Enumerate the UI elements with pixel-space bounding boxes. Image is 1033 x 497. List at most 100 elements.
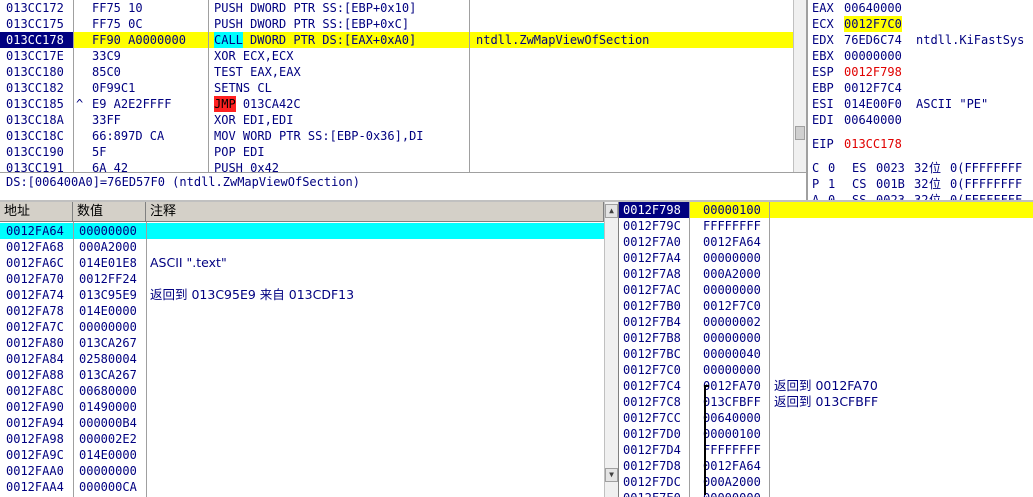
- disasm-row[interactable]: 013CC180 85C0 TEST EAX,EAX: [0, 64, 793, 80]
- disasm-row[interactable]: 013CC18A 33FF XOR EDI,EDI: [0, 112, 793, 128]
- register-row[interactable]: EBP 0012F7C4: [808, 80, 1033, 96]
- stack-row[interactable]: 0012F7D4 FFFFFFFF: [619, 442, 1033, 458]
- dump-pane[interactable]: 地址 数值 注释 0012FA64 00000000 0012FA68 000A200…: [0, 202, 618, 497]
- disassembly-pane[interactable]: 013CC172 FF75 10 PUSH DWORD PTR SS:[EBP+0x…: [0, 0, 806, 172]
- register-row[interactable]: EDI 00640000: [808, 112, 1033, 128]
- register-value[interactable]: 00640000: [844, 0, 902, 16]
- register-row[interactable]: ESP 0012F798: [808, 64, 1033, 80]
- flag-bit[interactable]: 0: [828, 160, 835, 176]
- stack-row[interactable]: 0012F7DC 000A2000: [619, 474, 1033, 490]
- register-value[interactable]: 0012F7C4: [844, 80, 902, 96]
- stack-frame-bracket: [704, 385, 709, 495]
- column-header-address[interactable]: 地址: [0, 202, 73, 222]
- stack-address: 0012F7CC: [623, 411, 681, 425]
- disasm-instruction: PUSH 0x42: [214, 161, 280, 172]
- dump-row[interactable]: 0012FA84 02580004: [0, 351, 604, 367]
- segment-range: 0(FFFFFFFF: [950, 161, 1023, 175]
- dump-row[interactable]: 0012FA88 013CA267: [0, 367, 604, 383]
- stack-row[interactable]: 0012F7AC 00000000: [619, 282, 1033, 298]
- disasm-row[interactable]: 013CC182 0F99C1 SETNS CL: [0, 80, 793, 96]
- dump-scrollbar[interactable]: ▲ ▼: [604, 202, 618, 497]
- stack-pane[interactable]: 0012F798 00000100 0012F79C FFFFFFFF 0012F7A0…: [618, 202, 1033, 497]
- stack-row[interactable]: 0012F7B8 00000000: [619, 330, 1033, 346]
- disassembly-scroll-thumb[interactable]: [795, 126, 805, 140]
- disasm-row[interactable]: 013CC191 6A 42 PUSH 0x42: [0, 160, 793, 172]
- disasm-row[interactable]: 013CC17E 33C9 XOR ECX,ECX: [0, 48, 793, 64]
- disasm-row[interactable]: 013CC178 FF90 A0000000 CALL DWORD PTR DS:[…: [0, 32, 793, 48]
- flag-bit[interactable]: 1: [828, 176, 835, 192]
- register-row[interactable]: EAX 00640000: [808, 0, 1033, 16]
- dump-row[interactable]: 0012FAA4 000000CA: [0, 479, 604, 495]
- register-row[interactable]: ECX 0012F7C0: [808, 16, 1033, 32]
- flag-row[interactable]: A 0 SS 0023 32 位 0(FFFFFFFF: [808, 192, 1033, 200]
- register-name: ESP: [812, 65, 834, 79]
- stack-value: 00000000: [703, 490, 761, 497]
- dump-row[interactable]: 0012FA94 000000B4: [0, 415, 604, 431]
- dump-row[interactable]: 0012FA90 01490000: [0, 399, 604, 415]
- stack-row[interactable]: 0012F7B0 0012F7C0: [619, 298, 1033, 314]
- dump-row[interactable]: 0012FA80 013CA267: [0, 335, 604, 351]
- dump-row[interactable]: 0012FA78 014E0000: [0, 303, 604, 319]
- register-row[interactable]: EBX 00000000: [808, 48, 1033, 64]
- disasm-row[interactable]: 013CC185 ^ E9 A2E2FFFF JMP 013CA42C: [0, 96, 793, 112]
- register-value[interactable]: 013CC178: [844, 136, 902, 152]
- disasm-hex: 66:897D CA: [92, 129, 165, 143]
- stack-row[interactable]: 0012F7D8 0012FA64: [619, 458, 1033, 474]
- stack-row[interactable]: 0012F7A0 0012FA64: [619, 234, 1033, 250]
- registers-pane[interactable]: EAX 00640000 ECX 0012F7C0 EDX 76ED6C74 ntdll.K…: [806, 0, 1033, 200]
- stack-row[interactable]: 0012F7BC 00000040: [619, 346, 1033, 362]
- dump-row[interactable]: 0012FA64 00000000: [0, 223, 604, 239]
- dump-value: 014E0000: [79, 304, 137, 318]
- flag-name: C: [812, 161, 820, 175]
- register-value[interactable]: 014E00F0: [844, 96, 902, 112]
- stack-row[interactable]: 0012F7B4 00000002: [619, 314, 1033, 330]
- register-row[interactable]: ESI 014E00F0 ASCII "PE": [808, 96, 1033, 112]
- disasm-row[interactable]: 013CC175 FF75 0C PUSH DWORD PTR SS:[EBP+0x…: [0, 16, 793, 32]
- dump-row[interactable]: 0012FA7C 00000000: [0, 319, 604, 335]
- disasm-row[interactable]: 013CC172 FF75 10 PUSH DWORD PTR SS:[EBP+0x…: [0, 0, 793, 16]
- disasm-row[interactable]: 013CC18C 66:897D CA MOV WORD PTR SS:[EBP-0…: [0, 128, 793, 144]
- column-header-value[interactable]: 数值: [73, 202, 146, 222]
- scroll-down-icon[interactable]: ▼: [605, 468, 618, 482]
- disasm-row[interactable]: 013CC190 5F POP EDI: [0, 144, 793, 160]
- stack-row[interactable]: 0012F7C8 013CFBFF 返回到 013CFBFF: [619, 394, 1033, 410]
- stack-row[interactable]: 0012F7CC 00640000: [619, 410, 1033, 426]
- dump-address: 0012FA78: [6, 304, 64, 318]
- stack-row[interactable]: 0012F7C0 00000000: [619, 362, 1033, 378]
- register-row[interactable]: EDX 76ED6C74 ntdll.KiFastSys: [808, 32, 1033, 48]
- dump-row[interactable]: 0012FA68 000A2000: [0, 239, 604, 255]
- dump-row[interactable]: 0012FA9C 014E0000: [0, 447, 604, 463]
- flag-bit[interactable]: 0: [828, 192, 835, 200]
- stack-row[interactable]: 0012F7A8 000A2000: [619, 266, 1033, 282]
- flag-row[interactable]: C 0 ES 0023 32 位 0(FFFFFFFF: [808, 160, 1033, 176]
- stack-row[interactable]: 0012F7C4 0012FA70 返回到 0012FA70: [619, 378, 1033, 394]
- scroll-up-icon[interactable]: ▲: [605, 204, 618, 218]
- flag-row[interactable]: P 1 CS 001B 32 位 0(FFFFFFFF: [808, 176, 1033, 192]
- stack-row[interactable]: 0012F7E0 00000000: [619, 490, 1033, 497]
- disasm-hex: 0F99C1: [92, 81, 136, 95]
- register-value[interactable]: 00000000: [844, 48, 902, 64]
- dump-row[interactable]: 0012FA8C 00680000: [0, 383, 604, 399]
- segment-range: 0(FFFFFFFF: [950, 177, 1023, 191]
- stack-row[interactable]: 0012F79C FFFFFFFF: [619, 218, 1033, 234]
- stack-value: 00000040: [703, 347, 761, 361]
- register-value[interactable]: 76ED6C74: [844, 32, 902, 48]
- stack-row[interactable]: 0012F7A4 00000000: [619, 250, 1033, 266]
- register-value[interactable]: 00640000: [844, 112, 902, 128]
- dump-address: 0012FA80: [6, 336, 64, 350]
- disasm-address: 013CC182: [6, 81, 64, 95]
- register-row-eip[interactable]: EIP 013CC178: [808, 136, 1033, 152]
- dump-row[interactable]: 0012FA6C 014E01E8 ASCII ".text": [0, 255, 604, 271]
- stack-row[interactable]: 0012F798 00000100: [619, 202, 1033, 218]
- dump-row[interactable]: 0012FA70 0012FF24: [0, 271, 604, 287]
- register-value[interactable]: 0012F7C0: [844, 16, 902, 32]
- register-value[interactable]: 0012F798: [844, 64, 902, 80]
- dump-row[interactable]: 0012FA74 013C95E9 返回到 013C95E9 来自 013CDF13: [0, 287, 604, 303]
- disassembly-scrollbar[interactable]: [793, 0, 806, 172]
- stack-address: 0012F7B4: [623, 315, 681, 329]
- stack-value: FFFFFFFF: [703, 219, 761, 233]
- dump-row[interactable]: 0012FA98 000002E2: [0, 431, 604, 447]
- column-header-comment[interactable]: 注释: [146, 202, 604, 222]
- stack-row[interactable]: 0012F7D0 00000100: [619, 426, 1033, 442]
- dump-row[interactable]: 0012FAA0 00000000: [0, 463, 604, 479]
